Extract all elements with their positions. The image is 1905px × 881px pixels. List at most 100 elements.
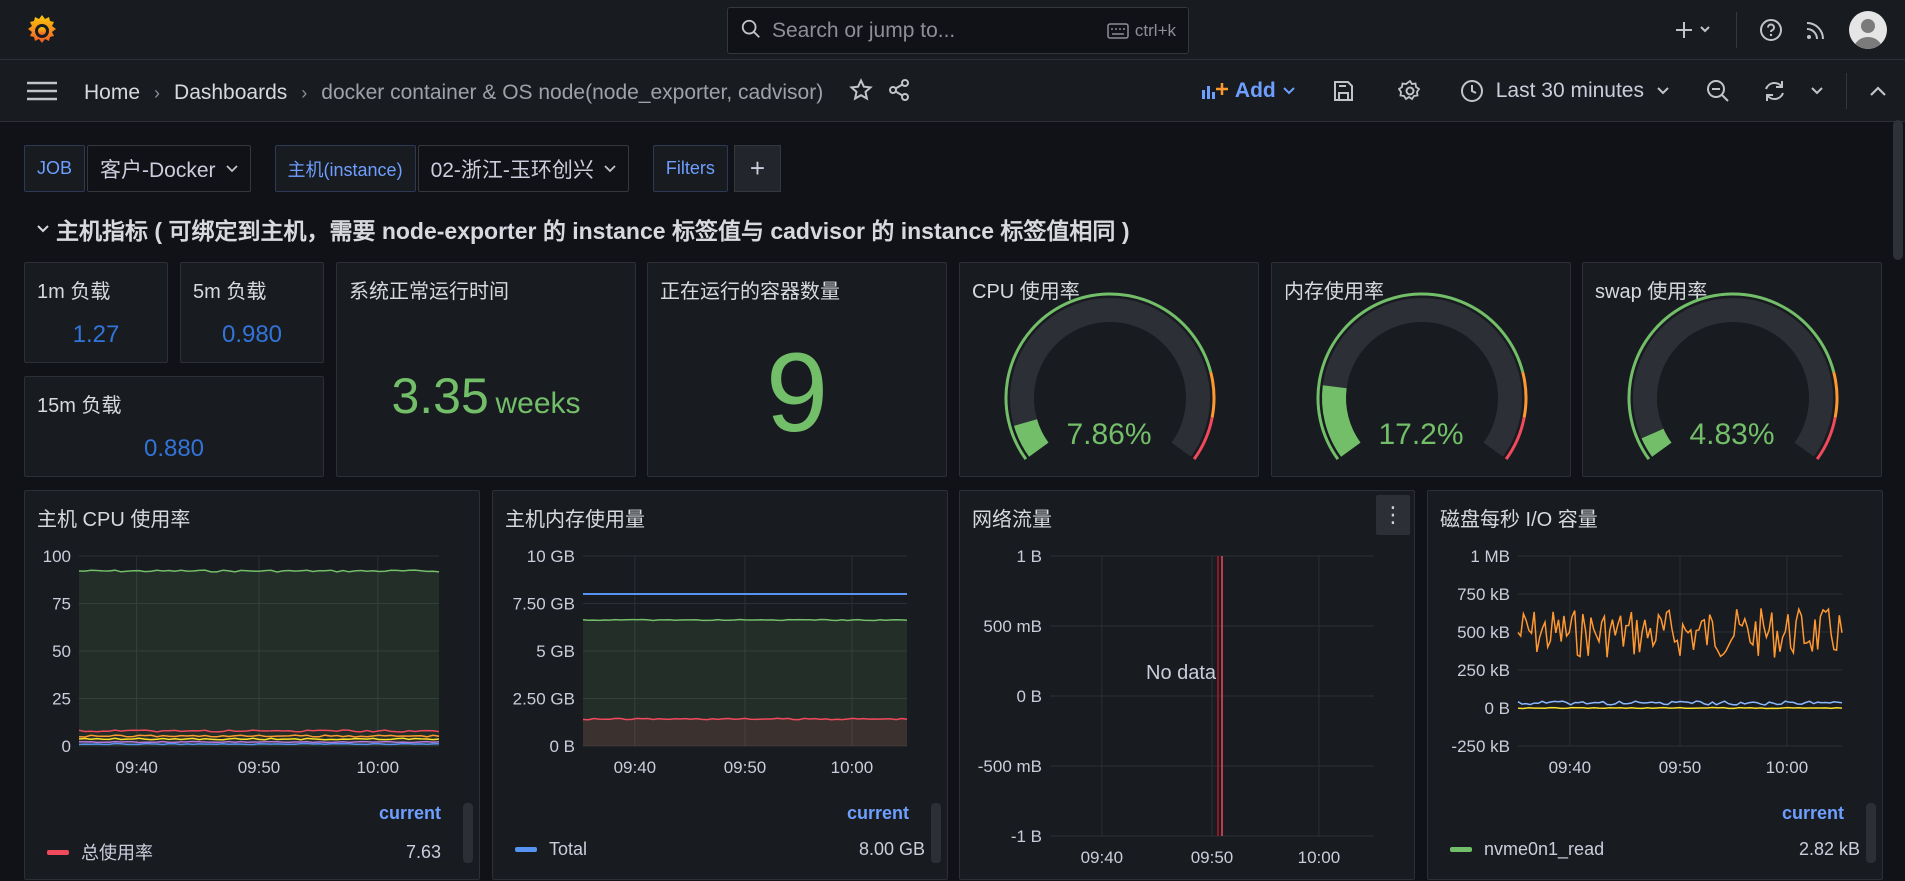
- gauge-value: 7.86%: [1066, 418, 1152, 451]
- legend-item[interactable]: Total 8.00 GB: [515, 839, 925, 860]
- y-tick-label: 1 MB: [1470, 547, 1510, 566]
- chevron-down-icon: [1283, 87, 1295, 95]
- page-scrollbar[interactable]: [1893, 120, 1903, 260]
- star-icon[interactable]: [849, 78, 874, 108]
- x-tick-label: 09:50: [1191, 848, 1234, 867]
- y-tick-label: 750 kB: [1457, 585, 1510, 604]
- series-swatch: [47, 849, 69, 855]
- legend-series-value: 8.00 GB: [858, 839, 925, 859]
- gauge-threshold-orange: [1209, 371, 1216, 418]
- help-button[interactable]: [1759, 18, 1783, 42]
- chevron-up-icon: [1870, 86, 1886, 96]
- legend-sort-current[interactable]: current: [1782, 803, 1844, 824]
- add-filter-button[interactable]: +: [733, 145, 781, 192]
- gauge-value: 4.83%: [1689, 418, 1775, 451]
- job-variable-select[interactable]: 客户-Docker: [87, 145, 251, 192]
- stat-value: 9: [765, 330, 829, 455]
- dashboard-nav-bar: Home › Dashboards › docker container & O…: [0, 60, 1905, 122]
- news-button[interactable]: [1805, 19, 1827, 41]
- y-tick-label: 7.50 GB: [513, 595, 575, 614]
- gauge-value: 17.2%: [1378, 418, 1464, 451]
- legend-sort-current[interactable]: current: [379, 803, 441, 824]
- cpu-chart[interactable]: 100 75 50 25 0 09:40 09:50 10:00: [25, 536, 481, 846]
- shortcut-label: ctrl+k: [1134, 20, 1176, 40]
- panel-menu-button[interactable]: ⋮: [1376, 495, 1410, 535]
- zoom-out-icon: [1707, 80, 1729, 102]
- plus-icon: +: [749, 153, 766, 183]
- y-tick-label: -1 B: [1011, 827, 1042, 846]
- legend-series-name: Total: [549, 839, 588, 859]
- search-icon: [740, 18, 762, 43]
- legend-scrollbar[interactable]: [463, 803, 473, 863]
- chevron-down-icon: [37, 225, 49, 233]
- search-placeholder: Search or jump to...: [772, 18, 956, 42]
- gauge-panel-swap: swap 使用率 4.83%: [1582, 262, 1882, 477]
- add-panel-icon: [1201, 83, 1228, 99]
- legend-sort-current[interactable]: current: [847, 803, 909, 824]
- legend-item[interactable]: nvme0n1_read 2.82 kB: [1450, 839, 1860, 860]
- series-line: [1517, 706, 1843, 710]
- stat-panel-uptime: 系统正常运行时间 3.35 weeks: [336, 262, 636, 477]
- filters-label: Filters: [652, 145, 728, 192]
- breadcrumb-dashboards[interactable]: Dashboards: [174, 81, 287, 105]
- search-input[interactable]: Search or jump to... ctrl+k: [727, 7, 1189, 54]
- legend-scrollbar[interactable]: [1866, 803, 1876, 863]
- user-avatar[interactable]: [1849, 11, 1887, 49]
- stat-panel-load1: 1m 负载 1.27: [24, 262, 168, 363]
- x-tick-label: 09:50: [238, 758, 281, 777]
- stat-value: 3.35 weeks: [337, 367, 635, 425]
- grafana-logo-icon[interactable]: [24, 12, 60, 48]
- divider: [1736, 12, 1737, 48]
- y-tick-label: -500 mB: [978, 757, 1042, 776]
- instance-variable-value: 02-浙江-玉环创兴: [430, 158, 594, 182]
- chevron-down-icon: [604, 164, 616, 172]
- series-line: [78, 740, 440, 744]
- legend-series-value: 7.63: [405, 841, 441, 862]
- instance-variable-select[interactable]: 02-浙江-玉环创兴: [417, 145, 629, 192]
- y-tick-label: 50: [52, 642, 71, 661]
- legend-scrollbar[interactable]: [931, 803, 941, 863]
- disk-io-chart[interactable]: 1 MB 750 kB 500 kB 250 kB 0 B -250 kB 09:40 09:…: [1428, 536, 1884, 846]
- legend: current Total 8.00 GB: [515, 803, 925, 863]
- uptime-unit: weeks: [495, 387, 581, 420]
- stat-panel-load15: 15m 负载 0.880: [24, 376, 324, 477]
- share-icon[interactable]: [887, 78, 911, 108]
- x-tick-label: 09:40: [115, 758, 158, 777]
- zoom-out-button[interactable]: [1706, 79, 1730, 103]
- panel-title: 主机内存使用量: [505, 509, 645, 531]
- search-shortcut: ctrl+k: [1107, 21, 1176, 41]
- panel-title: 15m 负载: [37, 395, 122, 417]
- new-button[interactable]: [1674, 19, 1714, 41]
- y-tick-label: 500 mB: [983, 617, 1042, 636]
- series-area: [583, 718, 907, 746]
- stat-panel-containers: 正在运行的容器数量 9: [647, 262, 947, 477]
- refresh-button[interactable]: [1762, 79, 1788, 103]
- breadcrumb-home[interactable]: Home: [84, 81, 140, 105]
- time-range-picker[interactable]: Last 30 minutes: [1460, 79, 1670, 103]
- variables-bar: JOB 客户-Docker 主机(instance) 02-浙江-玉环创兴 Fi…: [24, 145, 781, 192]
- x-tick-label: 10:00: [1766, 758, 1809, 777]
- timeseries-panel-cpu: 主机 CPU 使用率 100 75 50 25 0 09:40 09:50 10:00 cur…: [24, 490, 480, 880]
- refresh-interval-dropdown[interactable]: [1810, 86, 1824, 96]
- y-tick-label: 500 kB: [1457, 623, 1510, 642]
- menu-toggle-button[interactable]: [26, 80, 58, 105]
- legend-series-value: 2.82 kB: [1798, 839, 1860, 859]
- collapse-button[interactable]: [1869, 85, 1887, 97]
- save-button[interactable]: [1332, 80, 1354, 102]
- memory-chart[interactable]: 10 GB 7.50 GB 5 GB 2.50 GB 0 B 09:40 09:50 10:0…: [493, 536, 949, 846]
- network-chart[interactable]: 1 B 500 mB 0 B -500 mB -1 B 09:40 09:50 10:00: [960, 536, 1416, 881]
- settings-button[interactable]: [1397, 79, 1422, 103]
- y-tick-label: 10 GB: [527, 547, 575, 566]
- y-tick-label: 2.50 GB: [513, 690, 575, 709]
- time-range-label: Last 30 minutes: [1495, 79, 1644, 102]
- gear-icon: [1397, 79, 1420, 101]
- panel-title: 系统正常运行时间: [349, 281, 509, 303]
- more-vertical-icon: ⋮: [1382, 502, 1404, 527]
- uptime-number: 3.35: [391, 368, 489, 424]
- legend-item[interactable]: 总使用率 7.63: [47, 839, 441, 865]
- add-button[interactable]: Add: [1201, 79, 1296, 103]
- row-header[interactable]: 主机指标 ( 可绑定到主机，需要 node-exporter 的 instanc…: [36, 212, 1129, 246]
- x-tick-label: 10:00: [1298, 848, 1341, 867]
- legend: current 总使用率 7.63: [47, 803, 457, 863]
- chevron-down-icon: [1657, 87, 1669, 95]
